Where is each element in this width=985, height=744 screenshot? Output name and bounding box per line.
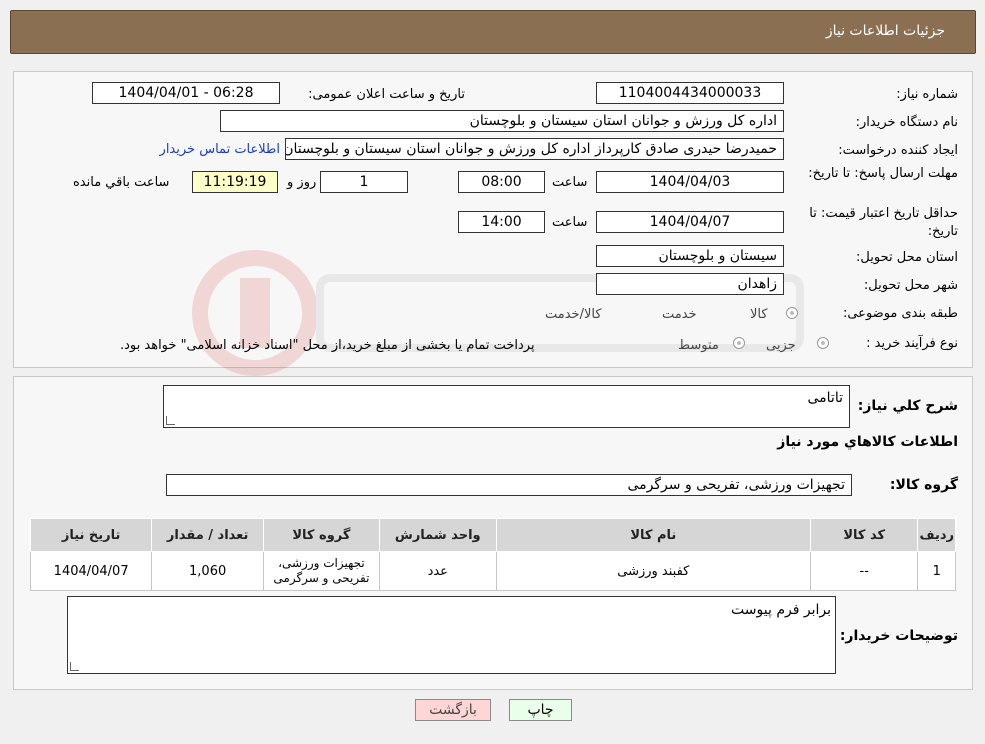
purchase-option-medium: متوسط (678, 338, 719, 353)
col-code: کد کالا (809, 518, 919, 552)
purchase-type-label: نوع فرآیند خرید : (866, 336, 958, 351)
buyer-notes-textarea[interactable]: برابر فرم پیوست (67, 596, 836, 674)
page-header: جزئیات اطلاعات نیاز (10, 10, 976, 54)
price-validity-label: حداقل تاریخ اعتبار قیمت: تا تاریخ: (783, 205, 958, 241)
cell-group: تجهیزات ورزشی، تفریحی و سرگرمی (263, 551, 380, 591)
col-group: گروه کالا (263, 518, 380, 552)
buyer-contact-link[interactable]: اطلاعات تماس خریدار (160, 142, 280, 157)
purchase-radio-minor[interactable] (817, 337, 829, 349)
cell-name: کفبند ورزشی (495, 551, 811, 591)
goods-table-header: رديف کد کالا نام کالا واحد شمارش گروه کا… (29, 518, 956, 552)
back-button[interactable]: بازگشت (415, 699, 491, 721)
group-field: تجهیزات ورزشی، تفریحی و سرگرمی (166, 474, 852, 496)
purchase-radio-medium[interactable] (733, 337, 745, 349)
reply-hour-label: ساعت (552, 175, 588, 190)
cell-code: -- (809, 551, 919, 591)
summary-label: شرح کلي نياز: (857, 398, 958, 414)
page-title: جزئیات اطلاعات نیاز (825, 23, 945, 39)
cell-unit: عدد (378, 551, 497, 591)
col-row: رديف (917, 518, 956, 552)
goods-info-title: اطلاعات کالاهاي مورد نياز (777, 434, 958, 450)
group-label: گروه کالا: (889, 477, 958, 493)
requester-label: ایجاد کننده درخواست: (838, 143, 958, 158)
reply-date-field: 1404/04/03 (596, 171, 784, 193)
reply-deadline-label: مهلت ارسال پاسخ: تا تاریخ: (793, 165, 958, 183)
price-validity-text: حداقل تاریخ اعتبار قیمت: تا تاریخ: (809, 206, 958, 239)
price-time-field: 14:00 (458, 211, 545, 233)
city-label: شهر محل تحویل: (863, 278, 958, 293)
province-label: استان محل تحویل: (856, 250, 958, 265)
goods-table: رديف کد کالا نام کالا واحد شمارش گروه کا… (29, 518, 956, 591)
category-option-goods: کالا (750, 307, 768, 322)
province-field: سیستان و بلوچستان (596, 245, 784, 267)
announce-field: 1404/04/01 - 06:28 (92, 82, 280, 104)
cell-date: 1404/04/07 (29, 551, 153, 591)
buyer-org-field: اداره کل ورزش و جوانان استان سیستان و بل… (220, 110, 784, 132)
resize-handle-icon[interactable] (166, 416, 175, 425)
buyer-notes-text: برابر فرم پیوست (731, 602, 831, 618)
print-button[interactable]: چاپ (509, 699, 572, 721)
price-date-field: 1404/04/07 (596, 211, 784, 233)
need-number-field: 1104004434000033 (596, 82, 784, 104)
reply-time-field: 08:00 (458, 171, 545, 193)
reply-deadline-text: مهلت ارسال پاسخ: تا تاریخ: (808, 166, 958, 181)
purchase-option-minor: جزیی (766, 338, 796, 353)
col-date: تاریخ نیاز (29, 518, 153, 552)
table-row: 1 -- کفبند ورزشی عدد تجهیزات ورزشی، تفری… (29, 551, 956, 591)
remaining-time-field: 11:19:19 (192, 171, 278, 193)
col-name: نام کالا (495, 518, 811, 552)
category-label: طبقه بندی موضوعی: (842, 306, 958, 321)
announce-label: تاریخ و ساعت اعلان عمومی: (308, 87, 465, 102)
price-hour-label: ساعت (552, 215, 588, 230)
requester-field: حمیدرضا حیدری صادق کارپرداز اداره کل ورز… (285, 138, 784, 160)
col-unit: واحد شمارش (378, 518, 497, 552)
purchase-note: پرداخت تمام یا بخشی از مبلغ خرید،از محل … (120, 338, 535, 353)
cell-row: 1 (917, 551, 956, 591)
resize-handle-icon[interactable] (70, 662, 79, 671)
need-number-label: شماره نیاز: (896, 87, 958, 102)
col-qty: تعداد / مقدار (151, 518, 265, 552)
remaining-label: ساعت باقي مانده (73, 175, 170, 190)
days-label: روز و (287, 175, 317, 190)
buyer-org-label: نام دستگاه خریدار: (855, 115, 958, 130)
cell-qty: 1,060 (151, 551, 265, 591)
city-field: زاهدان (596, 273, 784, 295)
days-field: 1 (320, 171, 408, 193)
buyer-notes-label: توضیحات خریدار: (839, 628, 958, 644)
summary-text: تاتامی (807, 390, 844, 406)
category-option-service: خدمت (662, 307, 697, 322)
summary-textarea[interactable]: تاتامی (163, 385, 850, 428)
watermark-logo (192, 250, 804, 376)
category-option-goods-service: کالا/خدمت (545, 307, 602, 322)
category-radio-goods[interactable] (786, 307, 798, 319)
